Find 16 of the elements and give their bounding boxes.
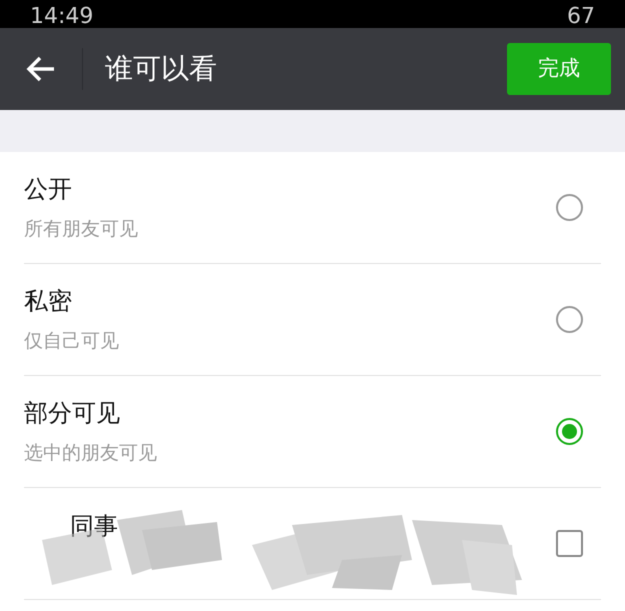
done-button[interactable]: 完成: [507, 43, 611, 95]
radio-button[interactable]: [556, 194, 583, 221]
checkbox[interactable]: [556, 530, 583, 557]
group-name: 同事: [70, 511, 119, 542]
radio-button[interactable]: [556, 418, 583, 445]
option-description: 仅自己可见: [24, 329, 120, 354]
back-button[interactable]: [26, 56, 56, 82]
option-description: 选中的朋友可见: [24, 441, 158, 466]
option-title: 部分可见: [24, 398, 121, 430]
battery-percent: 67: [567, 6, 595, 28]
page-title: 谁可以看: [105, 51, 218, 87]
status-time: 14:49: [30, 6, 94, 28]
option-title: 私密: [24, 286, 73, 318]
option-title: 公开: [24, 174, 73, 206]
option-description: 所有朋友可见: [24, 217, 139, 242]
radio-button[interactable]: [556, 306, 583, 333]
